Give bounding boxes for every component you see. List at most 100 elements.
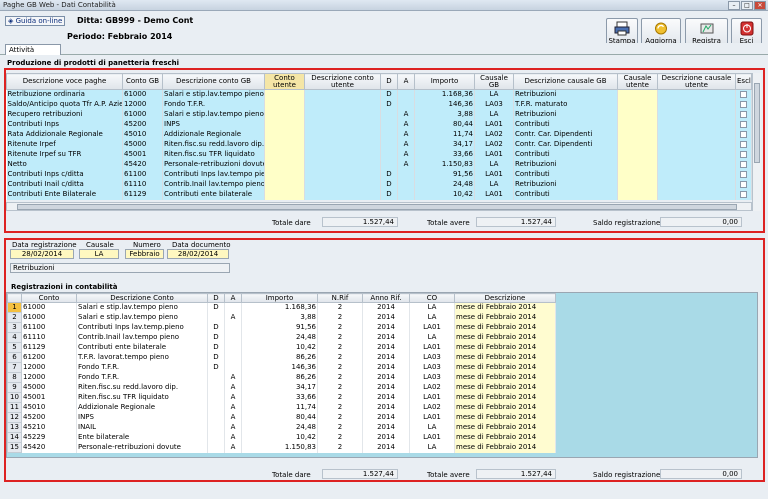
voce-cell[interactable] [617,189,658,200]
escludi-checkbox[interactable] [740,150,747,158]
registrazione-row[interactable]: 1 61000 Salari e stip.lav.tempo pieno D 1.16… [7,302,556,313]
voce-cell: Netto [6,159,123,170]
col-header[interactable]: Importo [414,73,475,90]
escludi-checkbox[interactable] [740,170,747,178]
registrazione-row[interactable]: 13 45210 INAIL A 24,48 2 2014 LA mese di Febbrai… [7,422,556,433]
tab-attivita[interactable]: Attività 107110 [5,44,61,64]
col-header[interactable]: Descrizione causale GB [513,73,618,90]
col-header[interactable]: D [207,293,225,303]
voce-cell[interactable] [617,169,658,180]
minimize-button[interactable]: – [728,1,740,10]
voce-cell[interactable] [264,99,305,110]
close-window-button[interactable]: ✕ [754,1,766,10]
voce-cell[interactable] [617,109,658,120]
voce-cell[interactable] [264,139,305,150]
col-header[interactable]: Anno Rif. [362,293,410,303]
registrazione-row[interactable]: 6 61200 T.F.R. lavorat.tempo pieno D 86,26 2 2… [7,352,556,363]
registrazione-row[interactable]: 4 61110 Contrib.Inail lav.tempo pieno D 24,4… [7,332,556,343]
escludi-checkbox[interactable] [740,110,747,118]
causale-field[interactable]: LA [79,249,119,259]
col-header[interactable]: A [397,73,415,90]
voce-cell[interactable] [264,159,305,170]
col-header[interactable]: Escl [735,73,752,90]
escludi-checkbox[interactable] [740,140,747,148]
voce-cell[interactable] [617,89,658,100]
voce-row[interactable]: Retribuzione ordinaria 61000 Salari e stip… [6,89,752,100]
voce-cell[interactable] [617,159,658,170]
col-header[interactable]: Descrizione [454,293,556,303]
reg-totale-dare-label: Totale dare [272,471,311,479]
col-header[interactable]: Importo [241,293,318,303]
registrazione-row[interactable]: 2 61000 Salari e stip.lav.tempo pieno A 3,88… [7,312,556,323]
voce-cell[interactable] [617,119,658,130]
col-header[interactable]: Conto [21,293,77,303]
voce-cell[interactable] [264,119,305,130]
voce-cell[interactable] [617,139,658,150]
voce-cell[interactable] [617,99,658,110]
voce-row[interactable]: Ritenute Irpef su TFR 45001 Riten.fisc.su … [6,149,752,160]
col-header[interactable]: Causale GB [474,73,514,90]
registrazione-row[interactable]: 3 61100 Contributi Inps lav.temp.pieno D 91,… [7,322,556,333]
escludi-checkbox[interactable] [740,90,747,98]
voce-row[interactable]: Rata Addizionale Regionale 45010 Addiziona… [6,129,752,140]
voci-horizontal-scrollbar[interactable] [6,202,752,211]
voce-cell [657,109,736,120]
registrazione-row[interactable]: 15 45420 Personale-retribuzioni dovute A 1.1… [7,442,556,453]
voce-row[interactable]: Contributi Inps 45200 INPS A 80,44 LA01 Contri… [6,119,752,130]
escludi-checkbox[interactable] [740,130,747,138]
escludi-checkbox[interactable] [740,120,747,128]
col-header[interactable]: Conto GB [122,73,163,90]
escludi-checkbox[interactable] [740,100,747,108]
col-header[interactable]: D [380,73,398,90]
registrazione-row[interactable]: 9 45000 Riten.fisc.su redd.lavoro dip. A 34,… [7,382,556,393]
voce-cell[interactable] [617,149,658,160]
voce-cell[interactable] [264,109,305,120]
voce-cell[interactable] [264,179,305,190]
voce-row[interactable]: Ritenute Irpef 45000 Riten.fisc.su redd.la… [6,139,752,150]
registrazione-row[interactable]: 11 45010 Addizionale Regionale A 11,74 2 2014 L… [7,402,556,413]
col-header[interactable]: Descrizione voce paghe [6,73,123,90]
registrazione-cell: 3,88 [241,312,318,323]
registrazione-row[interactable]: 12 45200 INPS A 80,44 2 2014 LA01 mese di Febbra… [7,412,556,423]
voce-row[interactable]: Netto 45420 Personale-retribuzioni dovute A… [6,159,752,170]
registrazione-row[interactable]: 8 12000 Fondo T.F.R. A 86,26 2 2014 LA03 mese di… [7,372,556,383]
escludi-checkbox[interactable] [740,160,747,168]
data-registrazione-field[interactable]: 28/02/2014 [10,249,74,259]
voce-cell[interactable] [617,179,658,190]
col-header[interactable]: Causale utente [617,73,658,90]
col-header[interactable]: N.Rif [317,293,363,303]
numero-field[interactable]: Febbraio [125,249,164,259]
voce-cell: 45200 [122,119,163,130]
col-header[interactable]: Descrizione conto GB [162,73,265,90]
voce-cell[interactable] [264,149,305,160]
registrazione-row[interactable]: 14 45229 Ente bilaterale A 10,42 2 2014 LA01 mes… [7,432,556,443]
registrazione-row[interactable]: 5 61129 Contributi ente bilaterale D 10,42 2 2… [7,342,556,353]
guida-online-button[interactable]: ◈ Guida on-line [5,16,65,26]
scroll-thumb[interactable] [17,204,737,210]
voci-vertical-scrollbar[interactable] [752,73,761,211]
voce-cell[interactable] [264,89,305,100]
col-header[interactable]: Descrizione causale utente [657,73,736,90]
voce-row[interactable]: Recupero retribuzioni 61000 Salari e stip.… [6,109,752,120]
col-header[interactable]: A [224,293,242,303]
data-documento-field[interactable]: 28/02/2014 [167,249,229,259]
voce-cell[interactable] [617,129,658,140]
voce-cell[interactable] [264,189,305,200]
registrazione-row[interactable]: 7 12000 Fondo T.F.R. D 146,36 2 2014 LA03 mese d… [7,362,556,373]
descrizione-field[interactable]: Retribuzioni [10,263,230,273]
voce-row[interactable]: Contributi Ente Bilaterale 61129 Contribut… [6,189,752,200]
col-header[interactable]: Descrizione Conto [76,293,208,303]
scroll-thumb[interactable] [754,83,760,163]
col-header[interactable]: Descrizione conto utente [304,73,381,90]
voce-row[interactable]: Contributi Inps c/ditta 61100 Contributi I… [6,169,752,180]
registrazione-row[interactable]: 10 45001 Riten.fisc.su TFR liquidato A 33,66… [7,392,556,403]
escludi-checkbox[interactable] [740,190,747,198]
voce-row[interactable]: Contributi Inail c/ditta 61110 Contrib.Ina… [6,179,752,190]
voce-cell[interactable] [264,169,305,180]
voce-cell[interactable] [264,129,305,140]
col-header[interactable]: CO [409,293,455,303]
escludi-checkbox[interactable] [740,180,747,188]
maximize-button[interactable]: □ [741,1,753,10]
col-header[interactable]: Conto utente [264,73,305,90]
voce-row[interactable]: Saldo/Anticipo quota Tfr A.P. Azienda120… [6,99,752,110]
